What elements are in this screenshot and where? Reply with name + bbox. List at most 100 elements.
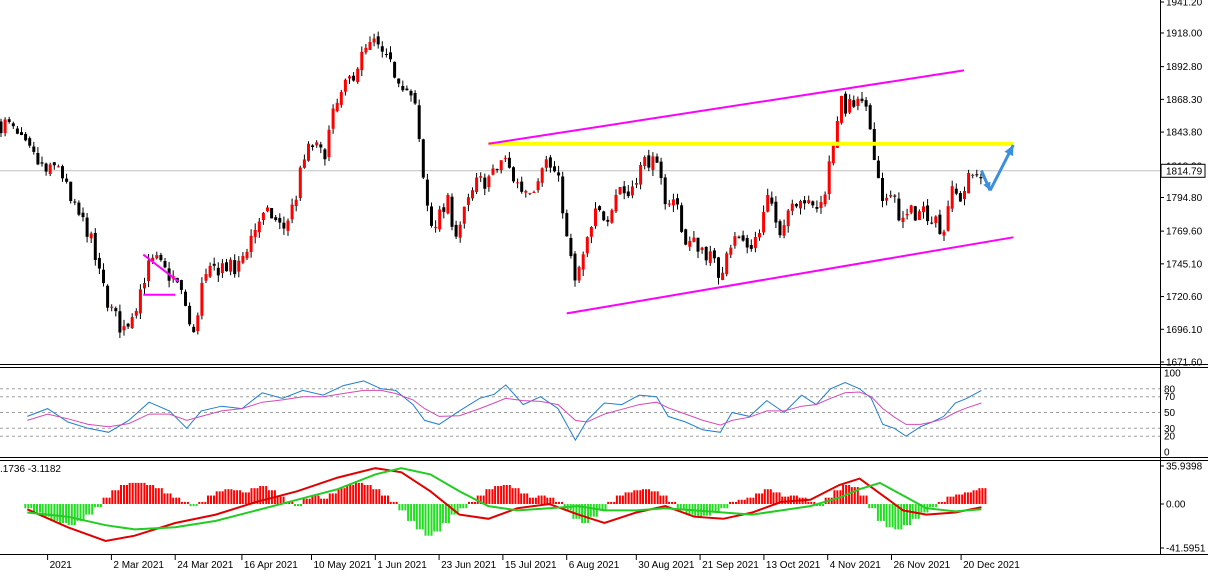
macd-histogram-bar xyxy=(743,499,746,505)
macd-histogram-bar xyxy=(746,497,749,505)
macd-histogram-bar xyxy=(331,493,334,505)
candle-body xyxy=(823,194,827,205)
macd-histogram-bar xyxy=(769,489,772,505)
macd-histogram-bar xyxy=(152,484,155,505)
candle-body xyxy=(553,166,556,172)
macd-histogram-bar xyxy=(975,490,978,505)
candle-body xyxy=(352,75,356,81)
macd-histogram-bar xyxy=(610,501,613,505)
macd-histogram-bar xyxy=(755,493,758,505)
candle-body xyxy=(319,144,323,148)
candle-body xyxy=(257,221,261,233)
candle-body xyxy=(905,213,909,216)
current-price-label: 1814.79 xyxy=(1166,166,1203,177)
candle-body xyxy=(253,230,257,237)
macd-histogram-bar xyxy=(888,504,891,528)
macd-histogram-bar xyxy=(624,492,627,505)
macd-histogram-bar xyxy=(421,504,424,530)
macd-histogram-bar xyxy=(937,501,940,505)
macd-histogram-bar xyxy=(407,504,410,521)
chart-root: 1941.201918.001892.801868.301843.801818.… xyxy=(0,0,1208,577)
macd-histogram-bar xyxy=(894,504,897,530)
macd-histogram-bar xyxy=(491,489,494,505)
macd-histogram-bar xyxy=(882,504,885,521)
candle-body xyxy=(483,177,487,189)
time-tick-label: 16 Apr 2021 xyxy=(244,560,298,571)
macd-histogram-bar xyxy=(198,501,201,505)
macd-histogram-bar xyxy=(842,484,845,505)
macd-histogram-bar xyxy=(317,495,320,505)
macd-histogram-bar xyxy=(233,490,236,505)
macd-histogram-bar xyxy=(792,495,795,505)
macd-histogram-bar xyxy=(465,504,468,509)
macd-histogram-bar xyxy=(702,504,705,516)
candle-body xyxy=(667,203,671,205)
macd-histogram-bar xyxy=(439,504,442,532)
macd-histogram-bar xyxy=(636,490,639,505)
candle-body xyxy=(557,172,561,176)
candle-body xyxy=(729,247,733,255)
candle-body xyxy=(782,225,786,236)
macd-histogram-bar xyxy=(494,486,497,505)
macd-histogram-bar xyxy=(302,498,305,505)
candle-body xyxy=(618,186,622,195)
candle-body xyxy=(343,79,347,92)
candle-body xyxy=(397,78,401,84)
macd-histogram-bar xyxy=(508,484,511,505)
candle-body xyxy=(704,246,708,261)
candle-body xyxy=(405,88,409,91)
price-tick-label: 1745.10 xyxy=(1166,259,1203,270)
candle-body xyxy=(339,92,343,105)
macd-histogram-bar xyxy=(662,495,665,505)
candle-body xyxy=(487,176,491,188)
macd-histogram-bar xyxy=(102,497,105,505)
macd-histogram-bar xyxy=(24,504,27,509)
macd-histogram-bar xyxy=(952,496,955,505)
macd-histogram-bar xyxy=(389,501,392,505)
macd-histogram-bar xyxy=(592,504,595,517)
macd-histogram-bar xyxy=(633,490,636,505)
macd-histogram-bar xyxy=(88,504,91,515)
macd-histogram-bar xyxy=(241,492,244,505)
macd-histogram-bar xyxy=(392,501,395,505)
macd-histogram-bar xyxy=(323,498,326,505)
candle-body xyxy=(532,191,536,193)
price-tick-label: 1941.20 xyxy=(1166,0,1203,9)
candle-body xyxy=(864,100,868,107)
macd-histogram-bar xyxy=(955,494,958,505)
candle-body xyxy=(7,119,11,122)
macd-histogram-bar xyxy=(833,490,836,505)
candle-body xyxy=(85,217,89,237)
macd-histogram-bar xyxy=(618,495,621,505)
candle-body xyxy=(622,186,626,194)
candle-body xyxy=(93,232,97,261)
macd-histogram-bar xyxy=(67,504,70,526)
candle-body xyxy=(32,146,36,152)
time-tick-label: 15 Jul 2021 xyxy=(505,560,557,571)
macd-histogram-bar xyxy=(163,493,166,505)
candle-body xyxy=(249,235,253,252)
macd-histogram-bar xyxy=(720,504,723,509)
candle-body xyxy=(860,98,864,102)
macd-histogram-bar xyxy=(114,490,117,505)
macd-histogram-bar xyxy=(558,501,560,505)
macd-histogram-bar xyxy=(497,486,500,505)
macd-histogram-bar xyxy=(195,504,198,507)
candle-body xyxy=(20,132,23,135)
macd-histogram-bar xyxy=(540,495,543,505)
macd-histogram-bar xyxy=(705,504,708,516)
macd-header: .1736 -3.1182 xyxy=(0,464,61,475)
macd-histogram-bar xyxy=(398,504,401,511)
candle-body xyxy=(893,195,897,197)
macd-histogram-bar xyxy=(404,504,407,511)
macd-histogram-bar xyxy=(474,501,476,505)
macd-histogram-bar xyxy=(615,495,618,505)
macd-histogram-bar xyxy=(961,494,964,505)
candle-body xyxy=(102,269,105,284)
macd-histogram-bar xyxy=(488,489,491,505)
macd-histogram-bar xyxy=(859,495,862,505)
candle-body xyxy=(159,254,163,261)
candle-body xyxy=(179,279,183,290)
candle-body xyxy=(606,219,610,222)
macd-histogram-bar xyxy=(207,495,209,505)
